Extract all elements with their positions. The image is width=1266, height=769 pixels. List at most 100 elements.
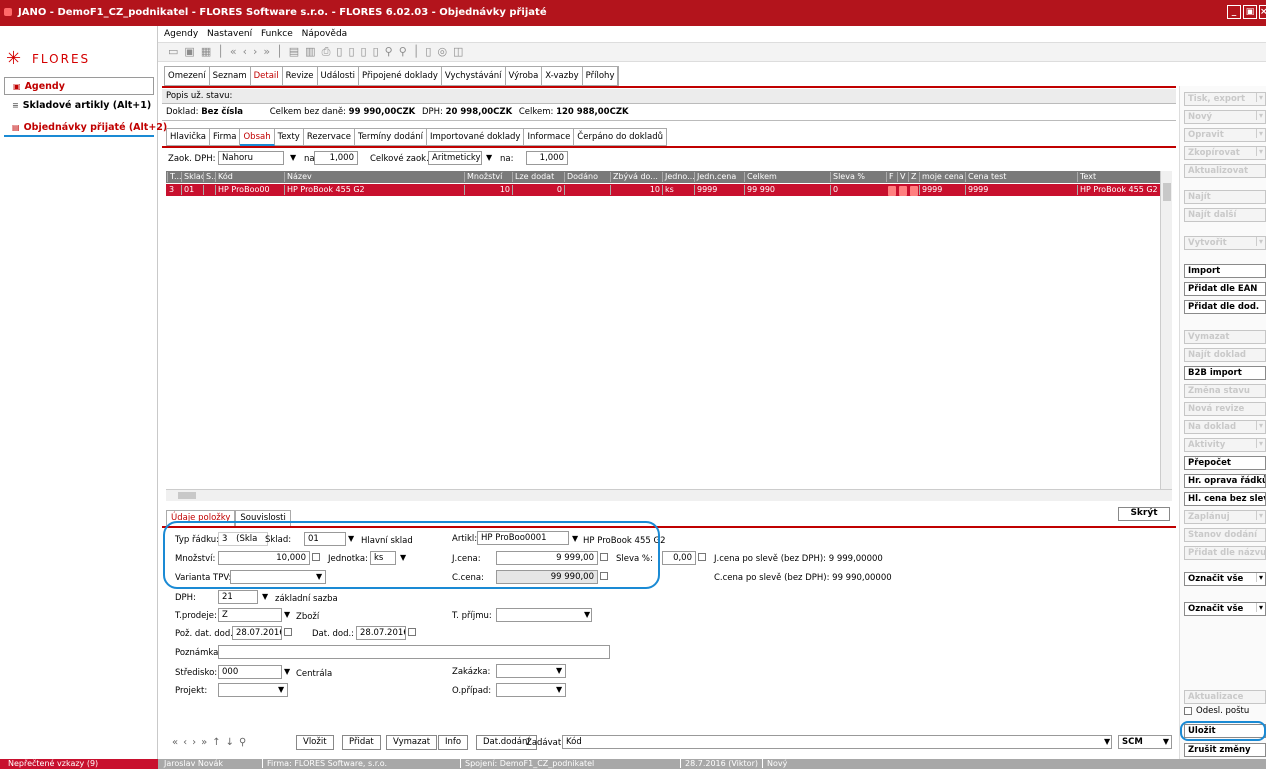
prepocet-button[interactable]: Přepočet	[1184, 456, 1266, 470]
restore-icon[interactable]: ▣	[1243, 5, 1257, 19]
najit-button[interactable]: Najít	[1184, 190, 1266, 204]
col-dodano[interactable]: Dodáno	[564, 172, 610, 182]
col-f[interactable]: F	[886, 172, 897, 182]
hscroll-thumb[interactable]	[178, 492, 196, 499]
print-icon[interactable]: ⎙	[322, 45, 337, 58]
calendar-icon[interactable]	[408, 628, 416, 636]
menu-nastaveni[interactable]: Nastavení	[207, 29, 252, 39]
tab-vyroba[interactable]: Výroba	[506, 67, 543, 85]
chevron-down-icon[interactable]: ▼	[290, 153, 296, 162]
zaplanuj-button[interactable]: Zaplánuj	[1184, 510, 1266, 524]
sleva-field[interactable]: 0,00	[662, 551, 696, 565]
hl-cena-bez-slev-button[interactable]: Hl. cena bez slev	[1184, 492, 1266, 506]
odesl-postu-checkbox[interactable]	[1184, 707, 1192, 715]
scroll-thumb[interactable]	[1163, 183, 1171, 201]
col-jednotka[interactable]: Jedno...	[662, 172, 694, 182]
menu-napoveda[interactable]: Nápověda	[302, 29, 348, 39]
col-cena-test[interactable]: Cena test	[965, 172, 1077, 182]
pridat-dle-ean-button[interactable]: Přidat dle EAN	[1184, 282, 1266, 296]
calendar-icon[interactable]	[284, 628, 292, 636]
report-icon[interactable]: ▤	[289, 45, 305, 58]
pridat-button[interactable]: Přidat	[342, 735, 381, 750]
oznacit-vse-button-2[interactable]: Označit vše	[1184, 602, 1266, 616]
chevron-down-icon[interactable]: ▼	[556, 666, 562, 675]
aktualizace-button[interactable]: Aktualizace	[1184, 690, 1266, 704]
tab-rezervace[interactable]: Rezervace	[303, 128, 355, 146]
dat-dod-field[interactable]: 28.07.2016	[356, 626, 406, 640]
edit-icon[interactable]: ▯	[348, 45, 360, 58]
col-stav[interactable]: S...	[203, 172, 215, 182]
info-button[interactable]: Info	[438, 735, 469, 750]
new-icon[interactable]: ▯	[336, 45, 348, 58]
tab-pripojene-doklady[interactable]: Připojené doklady	[359, 67, 442, 85]
delete-icon[interactable]: ▯	[373, 45, 385, 58]
najit-doklad-button[interactable]: Najít doklad	[1184, 348, 1266, 362]
tab-obsah[interactable]: Obsah	[240, 128, 275, 146]
chevron-down-icon[interactable]: ▼	[486, 153, 492, 162]
sidebar-item-skladove-artikly[interactable]: ≡ Skladové artikly (Alt+1)	[4, 97, 154, 115]
chevron-down-icon[interactable]: ▼	[278, 685, 284, 694]
minimize-icon[interactable]: _	[1227, 5, 1241, 19]
find-next-icon[interactable]: ⚲	[399, 45, 413, 58]
horizontal-scrollbar[interactable]	[166, 489, 1172, 501]
info-icon[interactable]: ◫	[453, 45, 469, 58]
chevron-down-icon[interactable]: ▼	[284, 610, 290, 619]
attach-icon[interactable]: ▯	[425, 45, 437, 58]
tab-texty[interactable]: Texty	[274, 128, 304, 146]
menu-agendy[interactable]: Agendy	[164, 29, 198, 39]
menu-funkce[interactable]: Funkce	[261, 29, 293, 39]
nova-revize-button[interactable]: Nová revize	[1184, 402, 1266, 416]
table-row[interactable]: 3 01 HP ProBoo00 HP ProBook 455 G2 10 0 …	[166, 184, 1160, 196]
tab-prilohy[interactable]: Přílohy	[583, 67, 619, 85]
chevron-down-icon[interactable]: ▼	[1104, 737, 1110, 746]
zaok-na-field[interactable]: 1,000	[314, 151, 358, 165]
zrusit-zmeny-button[interactable]: Zrušit změny	[1184, 743, 1266, 757]
poznamka-field[interactable]	[218, 645, 610, 659]
col-jedn-cena[interactable]: Jedn.cena	[694, 172, 744, 182]
col-celkem[interactable]: Celkem	[744, 172, 830, 182]
record-nav-icons[interactable]: «‹›»↑↓⚲	[172, 737, 251, 748]
copy-icon[interactable]: ▯	[361, 45, 373, 58]
col-typ[interactable]: T...	[167, 172, 181, 182]
tprijmu-field[interactable]	[496, 608, 592, 622]
b2b-import-button[interactable]: B2B import	[1184, 366, 1266, 380]
vertical-scrollbar[interactable]	[1160, 171, 1172, 489]
prev-icon[interactable]: ‹	[243, 45, 253, 58]
tab-importovane-doklady[interactable]: Importované doklady	[426, 128, 525, 146]
celkove-zaok-select[interactable]: Aritmeticky	[428, 151, 482, 165]
refresh-icon[interactable]: ◎	[437, 45, 453, 58]
skryt-button[interactable]: Skrýt	[1118, 507, 1170, 521]
tab-omezeni[interactable]: Omezení	[165, 67, 210, 85]
dph-rate-field[interactable]: 21	[218, 590, 258, 604]
import-button[interactable]: Import	[1184, 264, 1266, 278]
vlozit-button[interactable]: Vložit	[296, 735, 334, 750]
scm-dropdown[interactable]: SCM ▼	[1118, 735, 1172, 749]
first-icon[interactable]: «	[230, 45, 243, 58]
hr-oprava-radku-button[interactable]: Hr. oprava řádků	[1184, 474, 1266, 488]
sidebar-item-objednavky-prijate[interactable]: ▤ Objednávky přijaté (Alt+2)	[4, 119, 167, 137]
col-lze-dodat[interactable]: Lze dodat	[512, 172, 564, 182]
col-v[interactable]: V	[897, 172, 908, 182]
zaok-dph-select[interactable]: Nahoru	[218, 151, 284, 165]
pridat-dle-dod-button[interactable]: Přidat dle dod.	[1184, 300, 1266, 314]
grid-icon[interactable]: ▦	[201, 45, 217, 58]
col-mnozstvi[interactable]: Množství	[464, 172, 512, 182]
tab-informace[interactable]: Informace	[524, 128, 575, 146]
search-icon[interactable]: ⚲	[385, 45, 399, 58]
col-sklad[interactable]: Sklad	[181, 172, 203, 182]
vymazat-button[interactable]: Vymazat	[386, 735, 438, 750]
col-sleva[interactable]: Sleva %	[830, 172, 886, 182]
col-moje-cena[interactable]: moje cena	[919, 172, 965, 182]
save-icon[interactable]: ▣	[184, 45, 200, 58]
oznacit-vse-button[interactable]: Označit vše	[1184, 572, 1266, 586]
col-zbyva[interactable]: Zbývá do...	[610, 172, 662, 182]
tab-udalosti[interactable]: Události	[318, 67, 360, 85]
close-icon[interactable]: ×	[1259, 5, 1266, 19]
tab-seznam[interactable]: Seznam	[210, 67, 251, 85]
unread-messages[interactable]: Nepřečtené vzkazy (9)	[0, 759, 158, 769]
col-text[interactable]: Text	[1077, 172, 1160, 182]
last-icon[interactable]: »	[263, 45, 276, 58]
chevron-down-icon[interactable]: ▼	[556, 685, 562, 694]
tab-firma[interactable]: Firma	[210, 128, 241, 146]
tab-terminy-dodani[interactable]: Termíny dodání	[354, 128, 427, 146]
